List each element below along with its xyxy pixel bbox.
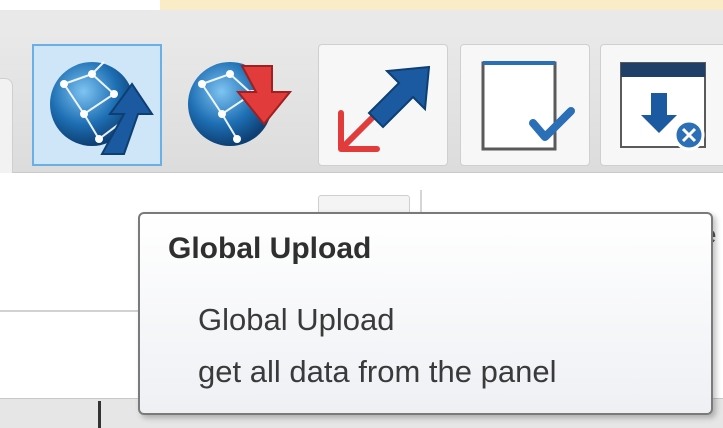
window-download-cancel-icon — [620, 62, 706, 151]
tooltip-line-2: get all data from the panel — [198, 354, 557, 389]
global-download-button[interactable] — [170, 44, 300, 166]
partial-toolbar-button[interactable] — [0, 78, 13, 180]
document-checkmark-icon — [481, 61, 575, 151]
tooltip-line-1: Global Upload — [198, 302, 395, 337]
globe-download-icon — [188, 62, 293, 146]
tooltip-title: Global Upload — [168, 232, 372, 265]
title-strip — [0, 0, 723, 10]
send-receive-button[interactable] — [318, 44, 448, 166]
global-upload-button[interactable] — [32, 44, 162, 166]
toolbar — [0, 32, 723, 180]
tooltip: Global Upload Global Upload get all data… — [138, 212, 713, 415]
title-accent — [160, 0, 723, 10]
horizontal-divider — [0, 310, 140, 312]
two-way-arrows-icon — [338, 65, 431, 152]
top-bar — [0, 10, 723, 32]
verify-button[interactable] — [460, 44, 590, 166]
bottom-separator — [98, 401, 101, 428]
globe-upload-icon — [50, 61, 154, 155]
cancel-download-button[interactable] — [600, 44, 723, 166]
